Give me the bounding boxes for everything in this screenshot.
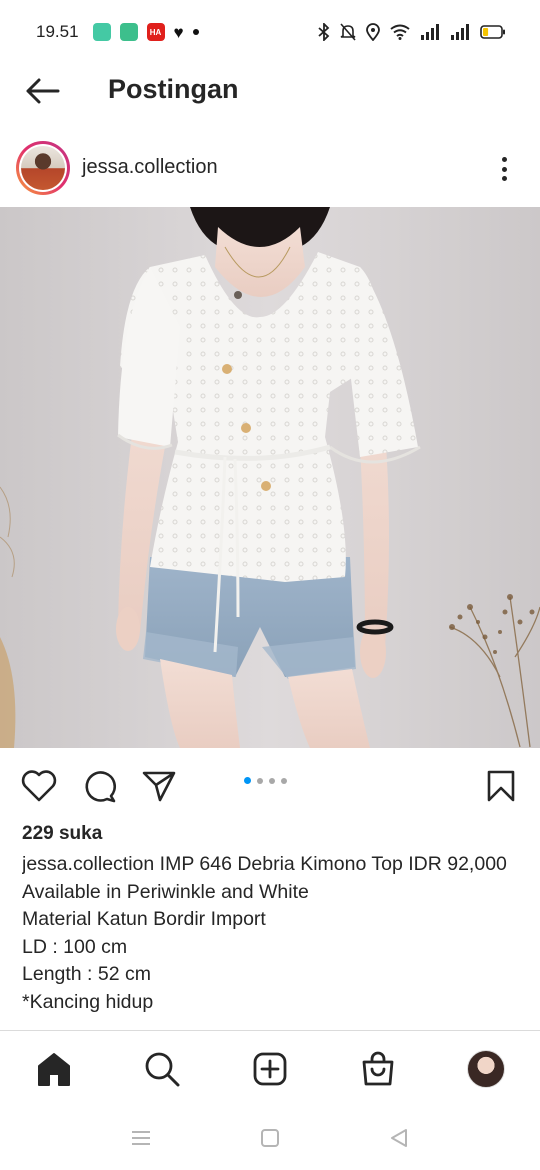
more-options-button[interactable] [492, 154, 516, 184]
comment-icon [85, 771, 116, 803]
bluetooth-icon [318, 23, 330, 41]
carousel-dot [281, 777, 287, 784]
caption-line: Length : 52 cm [22, 963, 151, 985]
search-icon [145, 1052, 180, 1087]
caption-line: Available in Periwinkle and White [22, 880, 309, 903]
system-back-button[interactable] [384, 1124, 414, 1152]
signal-icon-2 [451, 24, 469, 40]
back-triangle-icon [391, 1129, 407, 1147]
heart-icon [21, 770, 57, 802]
more-vertical-icon [501, 157, 507, 162]
profile-avatar [467, 1050, 505, 1088]
heart-notification-icon: ♥ [173, 22, 184, 42]
likes-count[interactable]: 229 suka [22, 823, 102, 845]
carousel-dot [257, 777, 263, 784]
nav-search[interactable] [140, 1047, 184, 1091]
save-button[interactable] [481, 766, 521, 806]
status-time: 19.51 [36, 22, 79, 41]
caption-username[interactable]: jessa.collection [22, 853, 154, 875]
share-button[interactable] [139, 766, 179, 806]
like-button[interactable] [19, 766, 59, 806]
wifi-icon [390, 24, 410, 40]
post-caption: jessa.collection IMP 646 Debria Kimono T… [22, 851, 522, 1031]
more-dot [501, 176, 507, 181]
carousel-indicator [244, 777, 287, 784]
system-menu-button[interactable] [126, 1124, 156, 1152]
avatar [21, 146, 65, 190]
post-username[interactable]: jessa.collection [82, 156, 218, 179]
bookmark-icon [487, 770, 515, 802]
signal-icon [421, 24, 439, 40]
system-home-button[interactable] [255, 1124, 285, 1152]
nav-home[interactable] [32, 1047, 76, 1091]
more-dot [501, 166, 507, 172]
post-actions [0, 758, 540, 814]
shop-icon [362, 1051, 394, 1086]
location-icon [366, 23, 380, 41]
menu-icon [132, 1131, 150, 1145]
post-photo-illustration [0, 207, 540, 748]
bottom-navigation [0, 1030, 540, 1106]
system-navigation [0, 1106, 540, 1170]
send-icon [142, 771, 176, 802]
notification-icons: HA ♥ [92, 22, 199, 42]
app-icon-green [119, 23, 138, 41]
app-icon-teal [92, 23, 111, 41]
caption-line: LD : 100 cm [22, 935, 128, 958]
nav-create[interactable] [248, 1047, 292, 1091]
caption-line: Material Katun Bordir Import [22, 908, 266, 930]
story-avatar[interactable] [16, 141, 70, 195]
post-photo[interactable] [0, 207, 540, 748]
more-notifications-dot [192, 29, 199, 35]
avatar-border [19, 144, 67, 192]
create-icon [253, 1052, 287, 1086]
system-status-icons [318, 23, 506, 41]
back-button[interactable] [22, 74, 62, 108]
status-bar: 19.51 HA ♥ [0, 0, 540, 64]
home-square-icon [261, 1129, 279, 1147]
post-header: jessa.collection [0, 138, 540, 200]
comment-button[interactable] [79, 766, 119, 806]
page-header: Postingan [0, 64, 540, 118]
arrow-left-icon [26, 78, 60, 104]
caption-text: IMP 646 Debria Kimono Top IDR 92,000 [154, 853, 507, 875]
app-icon-red: HA [146, 23, 165, 41]
caption-line: *Kancing hidup [22, 990, 154, 1013]
nav-shop[interactable] [356, 1047, 400, 1091]
nav-profile[interactable] [464, 1047, 508, 1091]
caption-line: jessa.collection IMP 646 Debria Kimono T… [22, 851, 522, 879]
mute-icon [340, 23, 356, 41]
page-title: Postingan [108, 74, 239, 104]
carousel-dot-active [244, 777, 251, 784]
battery-icon [480, 25, 505, 39]
home-icon [38, 1053, 70, 1086]
carousel-dot [269, 777, 275, 784]
